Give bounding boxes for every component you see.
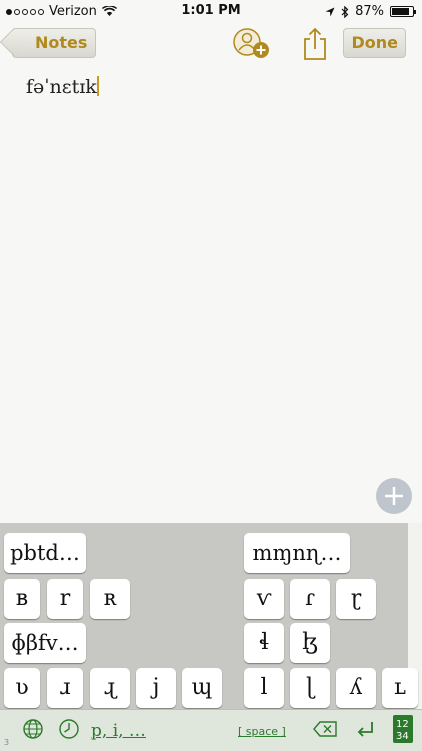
key-fricatives[interactable]: ɸβfv…: [4, 623, 86, 663]
svg-text:12: 12: [396, 719, 409, 730]
vowels-key[interactable]: p, i, …: [91, 721, 146, 741]
done-button[interactable]: Done: [343, 28, 406, 58]
battery-icon: [390, 6, 416, 17]
navigation-bar: Notes Done: [0, 22, 422, 66]
toolbar-small-label: 3: [4, 738, 10, 747]
key-nasals[interactable]: mɱnɳ…: [244, 533, 350, 573]
key-flap-retroflex[interactable]: ɽ: [336, 579, 376, 619]
add-button[interactable]: [376, 478, 412, 514]
key-lateral-fricative-voiced[interactable]: ɮ: [290, 623, 330, 663]
svg-text:34: 34: [396, 731, 409, 742]
back-to-notes-button[interactable]: Notes: [12, 28, 97, 58]
key-lateral-velar[interactable]: ʟ: [382, 668, 418, 708]
clock-icon[interactable]: [58, 716, 80, 742]
numbers-icon[interactable]: 12 34: [392, 714, 414, 744]
add-contact-icon[interactable]: [232, 27, 272, 61]
space-key[interactable]: [ space ]: [238, 725, 286, 738]
battery-percent: 87%: [355, 4, 384, 19]
share-icon[interactable]: [302, 27, 328, 61]
location-icon: [325, 7, 335, 16]
status-bar: Verizon 1:01 PM 87%: [0, 0, 422, 22]
battery-fill: [392, 8, 409, 15]
keyboard-toolbar: p, i, … [ space ] 12 34: [0, 709, 422, 751]
bluetooth-icon: [341, 5, 349, 18]
key-trill-uvular[interactable]: ʀ: [90, 579, 130, 619]
key-lateral-retroflex[interactable]: ɭ: [290, 668, 330, 708]
key-approximant-velar[interactable]: ɰ: [182, 668, 222, 708]
backspace-icon[interactable]: [312, 716, 338, 742]
return-icon[interactable]: [354, 716, 376, 742]
key-stops[interactable]: pbtd…: [4, 533, 86, 573]
note-text: fəˈnɛtɪk: [26, 76, 97, 98]
key-flap-labiodental[interactable]: ⱱ: [244, 579, 284, 619]
key-approximant-labiodental[interactable]: ʋ: [4, 668, 40, 708]
key-approximant-alveolar[interactable]: ɹ: [47, 668, 83, 708]
key-trill-r[interactable]: r: [47, 579, 83, 619]
ipa-keyboard: pbtd… mɱnɳ… ʙ r ʀ ⱱ ɾ ɽ ɸβfv… ɬ ɮ ʋ ɹ ɻ …: [0, 523, 422, 709]
globe-icon[interactable]: [22, 716, 44, 742]
key-approximant-palatal[interactable]: j: [136, 668, 176, 708]
key-lateral-fricative-voiceless[interactable]: ɬ: [244, 623, 284, 663]
note-text-area[interactable]: fəˈnɛtɪk: [26, 76, 99, 98]
key-trill-b[interactable]: ʙ: [4, 579, 40, 619]
status-right: 87%: [325, 4, 416, 19]
key-lateral-alveolar[interactable]: l: [244, 668, 284, 708]
plus-icon: [385, 487, 403, 505]
key-lateral-palatal[interactable]: ʎ: [336, 668, 376, 708]
text-cursor: [96, 76, 99, 96]
key-approximant-retroflex[interactable]: ɻ: [90, 668, 130, 708]
back-button-label: Notes: [35, 33, 88, 52]
key-flap-alveolar[interactable]: ɾ: [290, 579, 330, 619]
